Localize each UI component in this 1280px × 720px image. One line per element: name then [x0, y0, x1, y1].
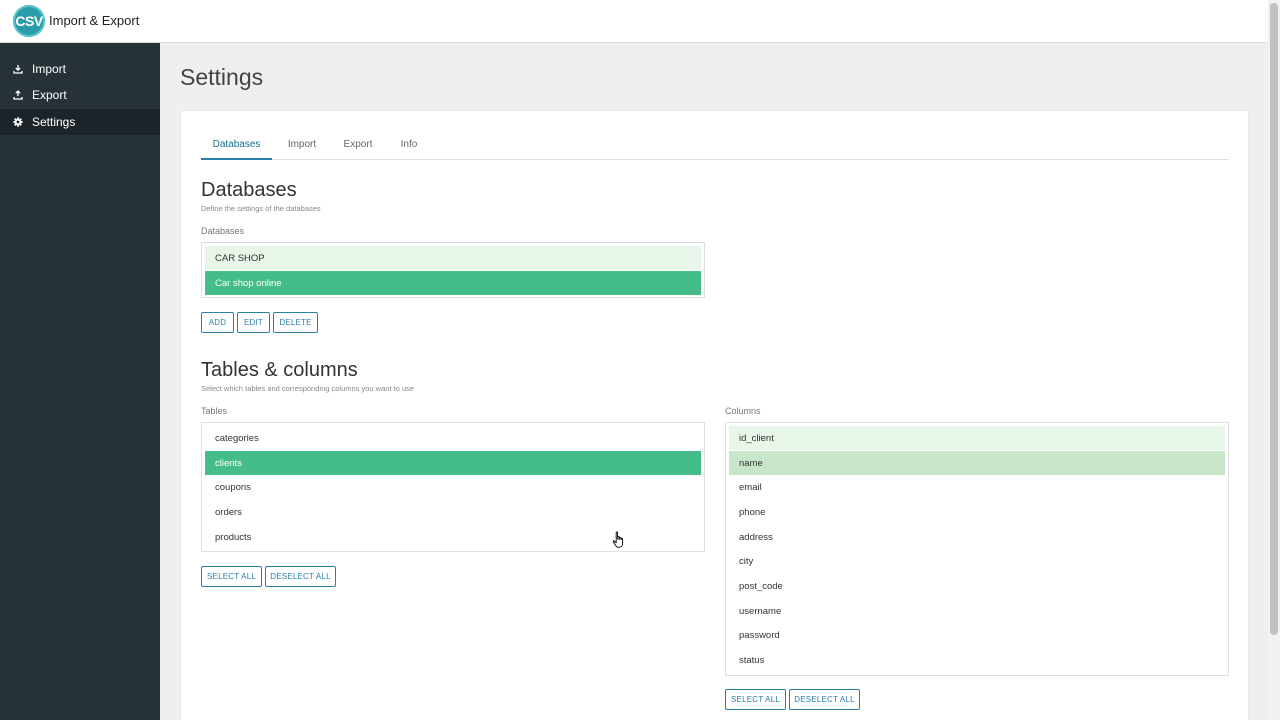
add-database-button[interactable]: ADD [201, 312, 234, 333]
databases-description: Define the settings of the databases [201, 204, 321, 213]
list-item[interactable]: id_client [729, 426, 1225, 450]
sidebar-item-label: Import [32, 62, 67, 76]
list-item[interactable]: username [729, 599, 1225, 623]
list-item[interactable]: CAR SHOP [205, 246, 701, 270]
scrollbar-thumb[interactable] [1270, 3, 1278, 635]
columns-label: Columns [725, 406, 761, 416]
list-item[interactable]: address [729, 525, 1225, 549]
select-all-tables-button[interactable]: SELECT ALL [201, 566, 262, 587]
tab-export[interactable]: Export [339, 133, 377, 160]
sidebar-item-label: Export [32, 88, 67, 102]
list-item[interactable]: name [729, 451, 1225, 475]
select-all-columns-button[interactable]: SELECT ALL [725, 689, 786, 710]
tab-databases[interactable]: Databases [201, 133, 272, 160]
deselect-all-columns-button[interactable]: DESELECT ALL [789, 689, 860, 710]
list-item[interactable]: phone [729, 500, 1225, 524]
list-item[interactable]: email [729, 475, 1225, 499]
gear-icon [13, 117, 23, 127]
columns-list: id_client name email phone address city … [725, 422, 1229, 676]
list-item[interactable]: categories [205, 426, 701, 450]
sidebar: Import Export Settings [0, 43, 160, 720]
list-item[interactable]: status [729, 648, 1225, 672]
tables-columns-title: Tables & columns [201, 359, 358, 381]
edit-database-button[interactable]: EDIT [237, 312, 270, 333]
list-item[interactable]: Car shop online [205, 271, 701, 295]
page-scrollbar[interactable] [1268, 0, 1280, 720]
list-item[interactable]: post_code [729, 574, 1225, 598]
tables-label: Tables [201, 406, 228, 416]
sidebar-item-import[interactable]: Import [0, 56, 160, 82]
hand-cursor-icon [612, 531, 624, 548]
databases-list-label: Databases [201, 226, 245, 236]
top-bar: CSV Import & Export [0, 0, 1280, 43]
upload-icon [13, 90, 23, 100]
tab-info[interactable]: Info [397, 133, 421, 160]
tab-bar: Databases Import Export Info [201, 133, 1229, 160]
list-item[interactable]: city [729, 549, 1225, 573]
settings-card: Databases Import Export Info Databases D… [180, 110, 1249, 720]
page-title: Settings [180, 64, 264, 90]
deselect-all-tables-button[interactable]: DESELECT ALL [265, 566, 336, 587]
tab-import[interactable]: Import [283, 133, 321, 160]
list-item[interactable]: password [729, 623, 1225, 647]
app-logo: CSV [13, 5, 45, 37]
sidebar-item-export[interactable]: Export [0, 82, 160, 108]
list-item[interactable]: products [205, 525, 701, 549]
databases-title: Databases [201, 179, 297, 201]
sidebar-item-label: Settings [32, 115, 76, 129]
app-title: Import & Export [49, 13, 140, 28]
databases-list: CAR SHOP Car shop online [201, 242, 705, 298]
sidebar-item-settings[interactable]: Settings [0, 109, 160, 135]
tables-columns-description: Select which tables and corresponding co… [201, 384, 415, 393]
download-icon [13, 64, 23, 74]
delete-database-button[interactable]: DELETE [273, 312, 318, 333]
list-item[interactable]: orders [205, 500, 701, 524]
list-item[interactable]: clients [205, 451, 701, 475]
tables-list: categories clients coupons orders produc… [201, 422, 705, 552]
list-item[interactable]: coupons [205, 475, 701, 499]
